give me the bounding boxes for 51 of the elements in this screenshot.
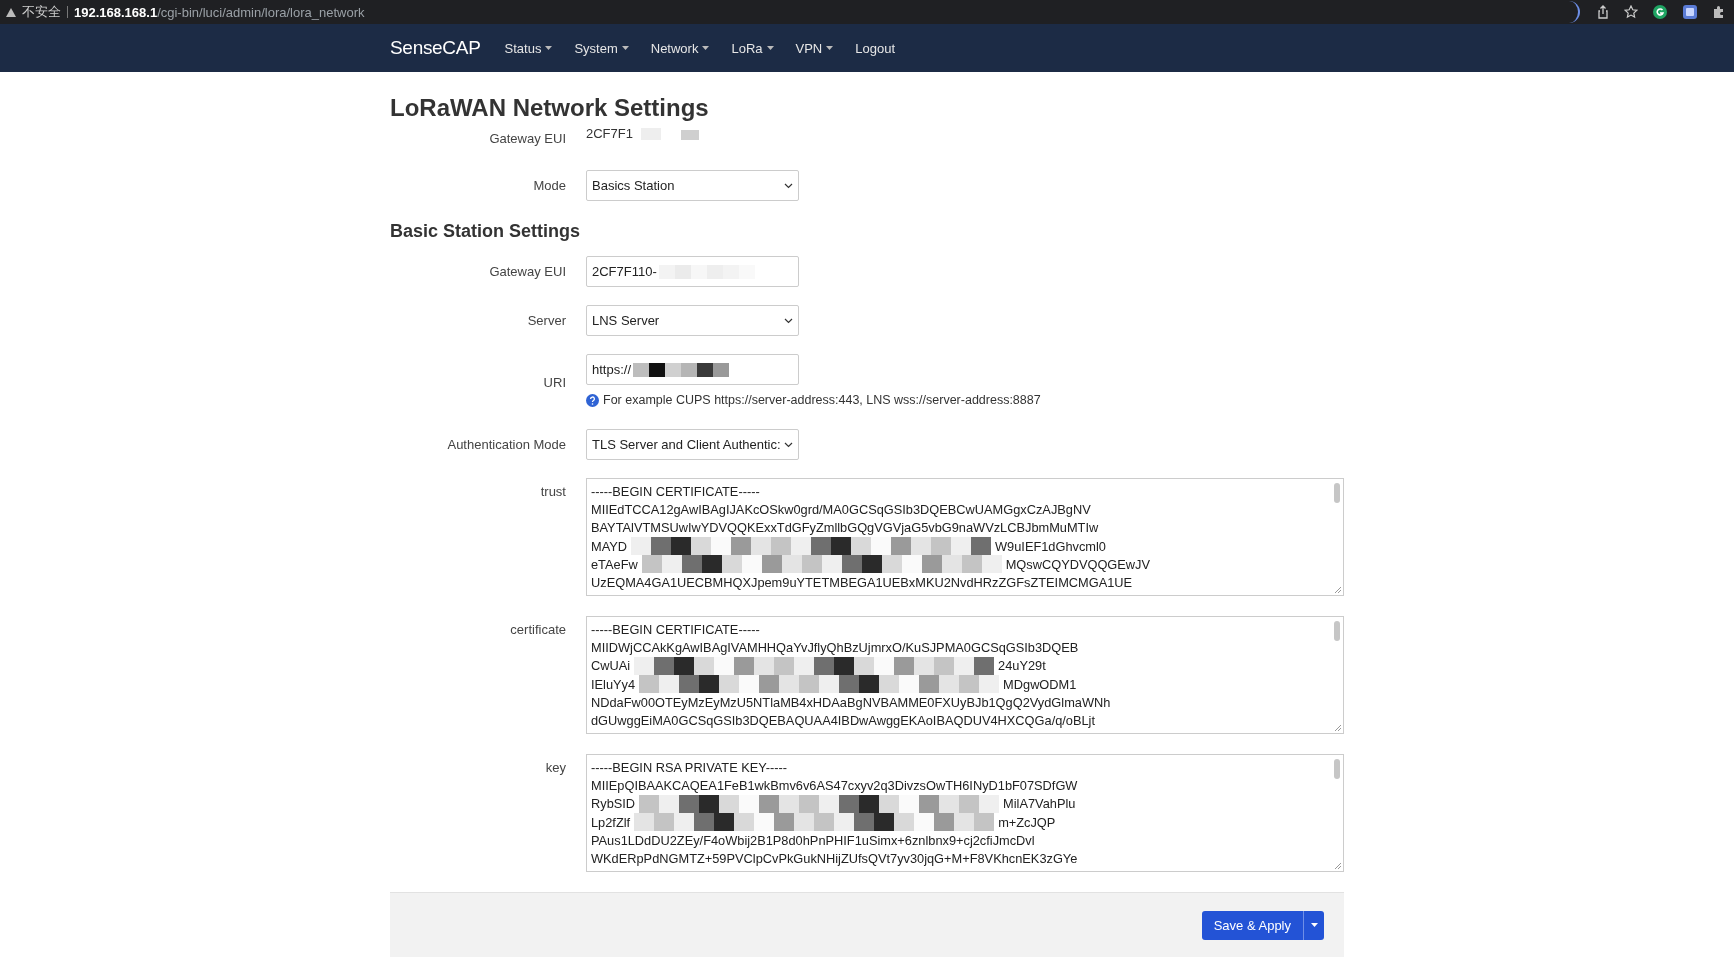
- code-line: NDdaFw00OTEyMzEyMzU5NTlaMB4xHDAaBgNVBAMME0FXUyBJb1QgQ2VydGlmaWNh: [591, 694, 1111, 710]
- code-line: -----BEGIN CERTIFICATE-----: [591, 483, 760, 499]
- nav-menu-item[interactable]: Status: [504, 40, 553, 56]
- field-label: certificate: [509, 621, 566, 637]
- code-line: PAus1LDdDU2ZEy/F4oWbij2B1P8d0hPnPHIF1uSimx+6znlbnx9+cj2cfiJmcDvl: [591, 832, 1035, 848]
- save-apply-button[interactable]: Save & Apply: [1201, 910, 1304, 940]
- field-label: Server: [526, 313, 566, 328]
- gateway-eui-value: 2CF7F1: [586, 126, 633, 141]
- code-line: MAYD: [591, 538, 628, 554]
- dropdown-select[interactable]: TLS Server and Client Authentic:: [586, 429, 799, 460]
- code-line: MIIDWjCCAkKgAwIBAgIVAMHHQaYvJflyQhBzUjmrxO/KuSJPMA0GCSqGSIb3DQEB: [591, 639, 1079, 655]
- code-line: -----BEGIN RSA PRIVATE KEY-----: [591, 759, 787, 775]
- nav-menu-item[interactable]: Logout: [855, 40, 895, 56]
- field-label: Mode: [532, 178, 566, 193]
- code-line: MIIEdTCCA12gAwIBAgIJAKcOSkw0grd/MA0GCSqGSIb3DQEBCwUAMGgxCzAJBgNV: [591, 501, 1091, 517]
- code-line: UzEQMA4GA1UECBMHQXJpem9uYTETMBEGA1UEBxMKU2NvdHRzZGFsZTEIMCMGA1UE: [591, 575, 1133, 591]
- code-line: -----BEGIN CERTIFICATE-----: [591, 621, 760, 637]
- code-line: W9uIEF1dGhvcml0: [995, 538, 1106, 554]
- code-line: MQswCQYDVQQGEwJV: [1005, 556, 1151, 572]
- code-line: CwUAi: [591, 658, 631, 674]
- section-title: Basic Station Settings: [390, 221, 582, 242]
- nav-menu-item[interactable]: LoRa: [731, 40, 774, 56]
- field-label: trust: [539, 483, 566, 499]
- field-label: Gateway EUI: [488, 264, 566, 279]
- nav-menu-item[interactable]: System: [574, 40, 629, 56]
- security-label: 不安全: [22, 6, 68, 18]
- help-text: For example CUPS https://server-address:443, LNS wss://server-address:8887: [603, 393, 1041, 407]
- dropdown-select[interactable]: LNS Server: [586, 305, 799, 336]
- field-label: key: [544, 759, 566, 775]
- input-field[interactable]: https://: [586, 354, 799, 385]
- code-line: dGUwggEiMA0GCSqGSIb3DQEBAQUAA4IBDwAwggEKAoIBAQDUV4HXCQGa/q/oBLjt: [591, 713, 1096, 729]
- mode-select[interactable]: Basics Station: [586, 170, 799, 201]
- code-line: MIIEpQIBAAKCAQEA1FeB1wkBmv6v6AS47cxyv2q3DivzsOwTH6INyD1bF07SDfGW: [591, 777, 1078, 793]
- code-line: MilA7VahPlu: [1003, 796, 1076, 812]
- code-line: BAYTAlVTMSUwIwYDVQQKExxTdGFyZmllbGQgVGVjaG5vbG9naWVzLCBJbmMuMTIw: [591, 520, 1099, 536]
- page-title: LoRaWAN Network Settings: [390, 94, 710, 122]
- code-line: Lp2fZlf: [591, 814, 631, 830]
- field-label: Authentication Mode: [446, 437, 566, 452]
- input-field[interactable]: 2CF7F110-: [586, 256, 799, 287]
- brand-logo[interactable]: SenseCAP: [390, 37, 481, 59]
- field-label: Gateway EUI: [488, 130, 566, 146]
- nav-menu-item[interactable]: VPN: [795, 40, 834, 56]
- code-line: 24uY29t: [998, 658, 1046, 674]
- field-label: URI: [542, 375, 566, 390]
- code-line: IEluYy4: [591, 676, 636, 692]
- code-line: WKdERpPdNGMTZ+59PVClpCvPkGukNHijZUfsQVt7yv30jqG+M+F8VKhcnEK3zGYe: [591, 851, 1078, 867]
- code-line: MDgwODM1: [1003, 676, 1077, 692]
- code-line: m+ZcJQP: [998, 814, 1056, 830]
- nav-menu-item[interactable]: Network: [650, 40, 710, 56]
- code-line: RybSID: [591, 796, 636, 812]
- code-line: eTAeFw: [591, 556, 638, 572]
